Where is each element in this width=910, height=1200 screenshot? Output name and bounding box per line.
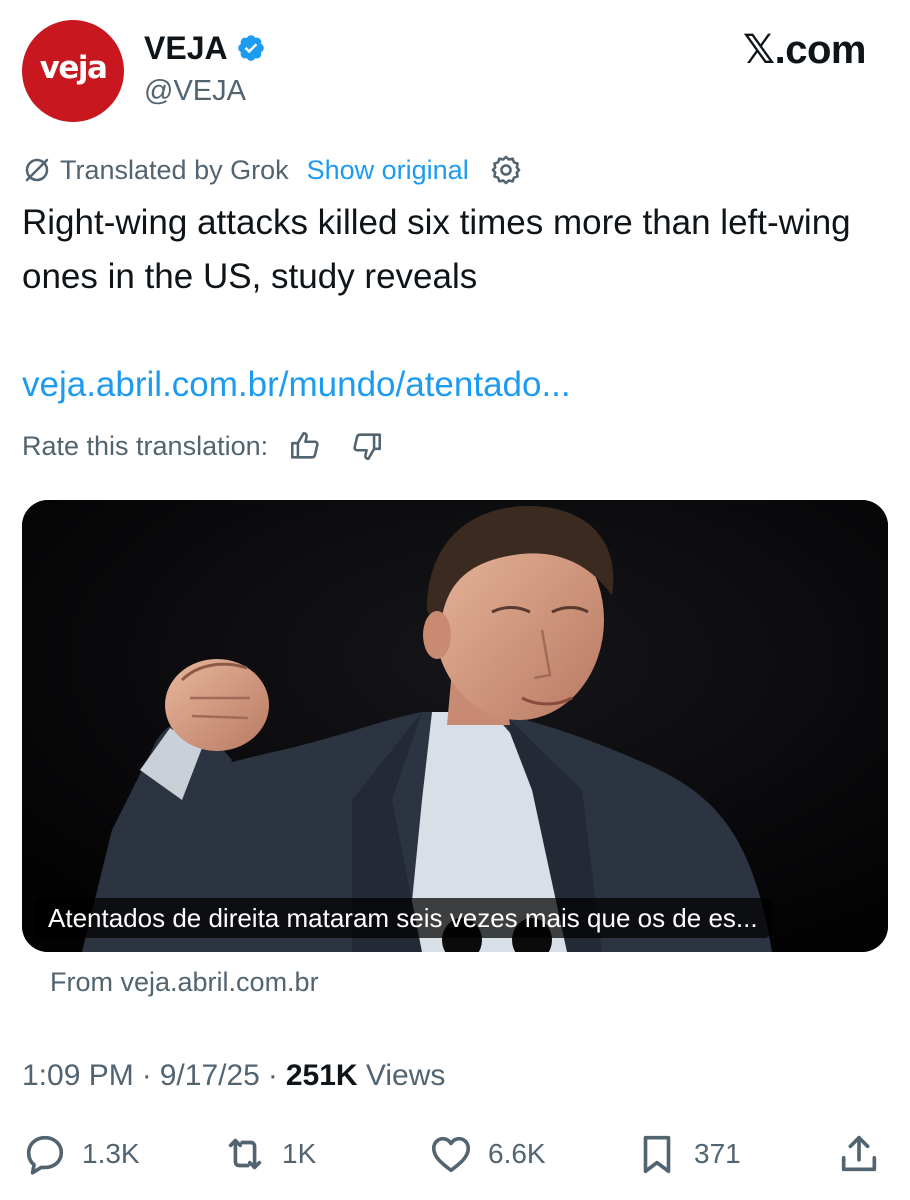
reply-button[interactable]: 1.3K	[22, 1130, 140, 1178]
bookmark-icon	[643, 1135, 671, 1174]
translation-bar: Translated by Grok Show original	[22, 150, 523, 190]
reply-count: 1.3K	[82, 1138, 140, 1169]
repost-button[interactable]: 1K	[222, 1130, 316, 1178]
views-count: 251K	[285, 1059, 358, 1092]
verified-badge-icon	[237, 35, 264, 61]
translated-by-label: Translated by Grok	[60, 154, 289, 185]
article-photo	[22, 500, 888, 952]
post-meta: 1:09 PM · 9/17/25 · 251K Views	[22, 1056, 445, 1096]
share-button[interactable]	[836, 1130, 882, 1178]
card-caption: Atentados de direita mataram seis vezes …	[34, 898, 772, 938]
x-com-logo: 𝕏.com	[742, 28, 867, 72]
show-original-link[interactable]: Show original	[307, 155, 469, 186]
bookmark-count: 371	[694, 1138, 741, 1169]
meta-separator: ·	[267, 1059, 278, 1092]
rate-translation-label: Rate this translation:	[22, 430, 269, 461]
meta-separator: ·	[141, 1059, 152, 1092]
post-date[interactable]: 9/17/25	[160, 1056, 260, 1096]
heart-icon	[431, 1136, 471, 1173]
like-button[interactable]: 6.6K	[428, 1130, 546, 1178]
thumbs-up-icon[interactable]	[288, 429, 322, 463]
repost-count: 1K	[282, 1138, 317, 1169]
bookmark-button[interactable]: 371	[634, 1130, 741, 1178]
rate-translation-row: Rate this translation:	[22, 426, 384, 466]
card-source[interactable]: From veja.abril.com.br	[50, 964, 319, 1000]
account-name-row[interactable]: VEJA	[144, 30, 266, 66]
account-name[interactable]: VEJA	[144, 30, 228, 66]
post-link[interactable]: veja.abril.com.br/mundo/atentado...	[22, 361, 571, 409]
avatar[interactable]: veja	[22, 20, 124, 122]
like-count: 6.6K	[488, 1138, 546, 1169]
views-label: Views	[365, 1059, 446, 1092]
post-text: Right-wing attacks killed six times more…	[22, 203, 851, 296]
translate-icon	[25, 158, 49, 182]
repost-icon	[228, 1138, 262, 1170]
avatar-logo-text: veja	[39, 50, 108, 86]
post-time[interactable]: 1:09 PM	[22, 1056, 134, 1096]
account-handle[interactable]: @VEJA	[144, 73, 246, 109]
link-preview-card[interactable]: Atentados de direita mataram seis vezes …	[22, 500, 888, 952]
gear-icon[interactable]	[489, 153, 523, 187]
thumbs-down-icon[interactable]	[350, 429, 384, 463]
reply-icon	[26, 1135, 64, 1175]
share-icon	[841, 1135, 877, 1172]
